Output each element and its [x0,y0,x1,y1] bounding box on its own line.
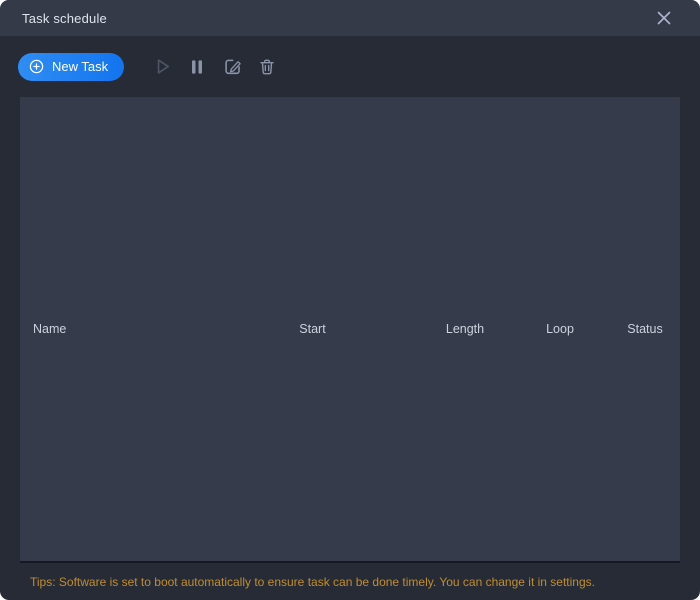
window-title: Task schedule [22,10,107,26]
close-button[interactable] [650,4,678,32]
pause-task-button[interactable] [185,55,209,79]
footer: Tips: Software is set to boot automatica… [0,563,700,600]
toolbar: New Task [0,36,700,97]
tips-text: Tips: Software is set to boot automatica… [30,574,595,589]
column-header-length: Length [445,322,485,336]
column-header-loop: Loop [546,322,574,336]
column-header-start: Start [299,322,326,336]
titlebar: Task schedule [0,0,700,36]
column-header-status: Status [627,322,663,336]
delete-task-button[interactable] [255,55,279,79]
task-table: Name Start Length Loop Status Leawo 12-2… [20,97,680,563]
close-icon [657,11,671,25]
trash-icon [260,59,274,74]
edit-task-button[interactable] [220,55,244,79]
start-task-button[interactable] [150,55,174,79]
column-header-name: Name [33,322,67,336]
plus-circle-icon [29,59,44,74]
task-schedule-window: Task schedule New Task Name Start Length… [0,0,700,600]
new-task-button[interactable]: New Task [18,52,125,81]
edit-icon [224,59,241,75]
pause-icon [192,59,203,74]
table-header-row: Name Start Length Loop Status [20,97,680,563]
new-task-label: New Task [52,59,109,74]
play-icon [157,59,169,74]
task-action-icons [150,55,279,79]
